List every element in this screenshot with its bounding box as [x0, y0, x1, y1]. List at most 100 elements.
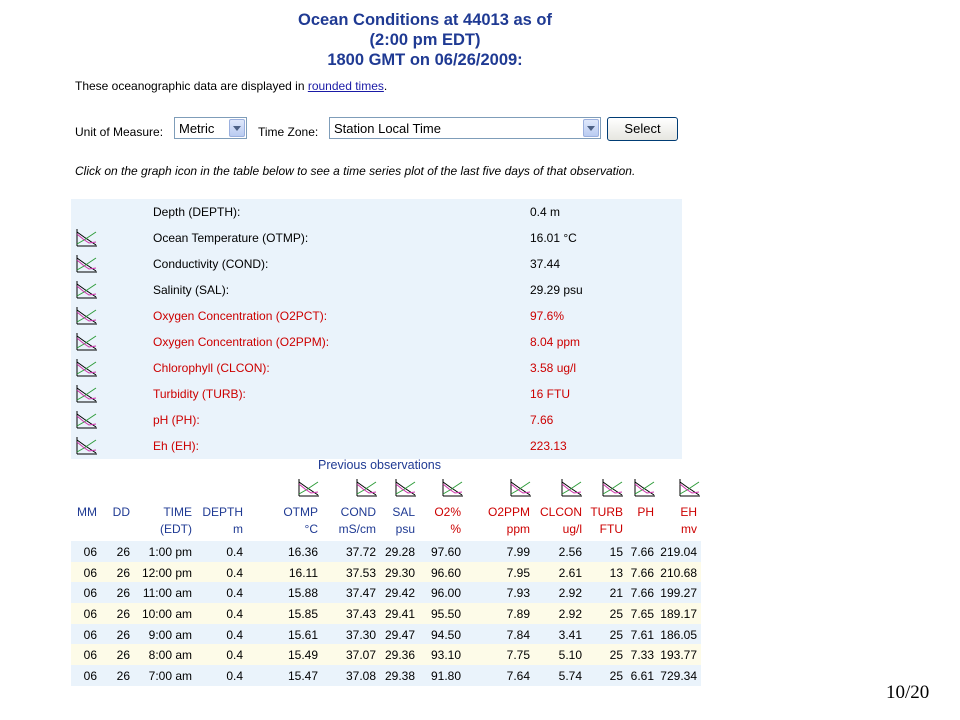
cell-o2: 96.00: [430, 586, 461, 601]
graph-icon[interactable]: [74, 436, 98, 456]
cell-sal: 29.38: [384, 669, 415, 684]
cell-otmp: 15.49: [287, 648, 318, 663]
summary-value: 3.58 ug/l: [530, 361, 577, 375]
graph-icon[interactable]: [632, 478, 656, 498]
graph-icon[interactable]: [74, 254, 98, 274]
graph-icon[interactable]: [559, 478, 583, 498]
select-button[interactable]: Select: [607, 117, 678, 141]
cell-mm: 06: [83, 586, 97, 601]
summary-row: Conductivity (COND): 37.44: [71, 251, 682, 277]
graph-icon[interactable]: [74, 228, 98, 248]
summary-value: 8.04 ppm: [530, 335, 581, 349]
graph-icon[interactable]: [296, 478, 320, 498]
graph-icon[interactable]: [74, 332, 98, 352]
graph-icon[interactable]: [508, 478, 532, 498]
rounded-times-link[interactable]: rounded times: [308, 79, 384, 93]
column-unit-sal: psu: [395, 522, 415, 536]
graph-icon[interactable]: [600, 478, 624, 498]
graph-instructions: Click on the graph icon in the table bel…: [75, 164, 636, 178]
cell-o2ppm: 7.75: [506, 648, 530, 663]
summary-value: 97.6%: [530, 309, 565, 323]
time-zone-value: Station Local Time: [334, 121, 441, 136]
cell-ph: 7.61: [630, 627, 654, 642]
cell-dd: 26: [116, 669, 130, 684]
summary-value: 16 FTU: [530, 387, 571, 401]
graph-icon[interactable]: [393, 478, 417, 498]
cell-mm: 06: [83, 545, 97, 559]
summary-row: Chlorophyll (CLCON): 3.58 ug/l: [71, 355, 682, 381]
cell-o2ppm: 7.93: [506, 586, 530, 601]
graph-icon[interactable]: [74, 358, 98, 378]
cell-depth: 0.4: [226, 669, 243, 684]
cell-otmp: 16.36: [287, 545, 318, 559]
summary-label: Ocean Temperature (OTMP):: [153, 231, 309, 245]
cell-o2ppm: 7.99: [506, 545, 530, 559]
cell-o2: 91.80: [430, 669, 461, 684]
slide-number: 10/20: [886, 682, 930, 703]
cell-depth: 0.4: [226, 545, 243, 559]
title-line-3: 1800 GMT on 06/26/2009:: [327, 51, 523, 69]
cell-o2ppm: 7.89: [506, 607, 530, 622]
table-row: 06 26 11:00 am 0.4 15.88 37.47 29.42 96.00 7.93 2…: [71, 582, 701, 604]
column-unit-time: (EDT): [160, 522, 192, 536]
unit-of-measure-label: Unit of Measure:: [75, 125, 164, 139]
cell-turb: 25: [609, 669, 623, 684]
time-zone-select[interactable]: Station Local Time: [329, 117, 601, 139]
cell-otmp: 15.61: [287, 627, 318, 642]
column-header-o2ppm: O2PPM: [487, 505, 530, 519]
table-row: 06 26 10:00 am 0.4 15.85 37.43 29.41 95.50 7.89 2…: [71, 603, 701, 624]
cell-eh: 729.34: [660, 669, 697, 684]
graph-icon[interactable]: [440, 478, 464, 498]
cell-dd: 26: [116, 586, 130, 601]
cell-clcon: 5.74: [558, 669, 582, 684]
column-header-cond: COND: [340, 505, 376, 519]
cell-otmp: 15.88: [287, 586, 318, 601]
cell-clcon: 2.92: [558, 607, 582, 622]
cell-otmp: 15.47: [287, 669, 318, 684]
table-row: 06 26 8:00 am 0.4 15.49 37.07 29.36 93.10 7.75 5.…: [71, 644, 701, 666]
graph-icon[interactable]: [74, 280, 98, 300]
cell-o2ppm: 7.64: [506, 669, 530, 684]
summary-row: Oxygen Concentration (O2PCT): 97.6%: [71, 303, 682, 329]
column-unit-turb: FTU: [599, 522, 623, 536]
cell-cond: 37.53: [345, 565, 376, 580]
cell-depth: 0.4: [226, 648, 243, 663]
cell-sal: 29.28: [384, 545, 415, 559]
cell-sal: 29.36: [384, 648, 415, 663]
page-title: Ocean Conditions at 44013 as of (2:00 pm…: [200, 10, 650, 70]
cell-turb: 21: [609, 586, 623, 601]
cell-otmp: 16.11: [288, 565, 318, 580]
cell-depth: 0.4: [226, 627, 243, 642]
summary-row: Oxygen Concentration (O2PPM): 8.04 ppm: [71, 329, 682, 355]
cell-turb: 25: [609, 607, 623, 622]
cell-ph: 7.66: [630, 586, 654, 601]
cell-eh: 219.04: [660, 545, 697, 559]
cell-mm: 06: [83, 627, 97, 642]
cell-ph: 7.66: [630, 545, 654, 559]
table-row: 06 26 1:00 pm 0.4 16.36 37.72 29.28 97.60 7.99 2.…: [71, 541, 701, 562]
column-unit-o2: %: [450, 522, 461, 536]
graph-icon[interactable]: [74, 306, 98, 326]
column-header-mm: MM: [77, 505, 97, 519]
summary-value: 223.13: [530, 439, 567, 453]
summary-row: pH (PH): 7.66: [71, 407, 682, 433]
previous-observations-title: Previous observations: [318, 458, 441, 472]
column-header-o2: O2%: [434, 505, 461, 519]
cell-turb: 15: [609, 545, 623, 559]
column-unit-otmp: °C: [304, 522, 318, 536]
cell-mm: 06: [83, 648, 97, 663]
cell-dd: 26: [116, 607, 130, 622]
cell-o2ppm: 7.95: [506, 565, 530, 580]
unit-of-measure-select[interactable]: Metric: [174, 117, 247, 139]
time-zone-label: Time Zone:: [258, 125, 319, 139]
cell-cond: 37.08: [345, 669, 376, 684]
graph-icon[interactable]: [74, 410, 98, 430]
cell-time: 8:00 am: [148, 648, 192, 663]
graph-icon[interactable]: [354, 478, 378, 498]
graph-icon[interactable]: [74, 384, 98, 404]
graph-icon[interactable]: [677, 478, 701, 498]
summary-label: Conductivity (COND):: [153, 257, 269, 271]
intro-text: These oceanographic data are displayed i…: [75, 79, 387, 93]
cell-o2: 97.60: [430, 545, 461, 559]
intro-prefix: These oceanographic data are displayed i…: [75, 79, 308, 93]
